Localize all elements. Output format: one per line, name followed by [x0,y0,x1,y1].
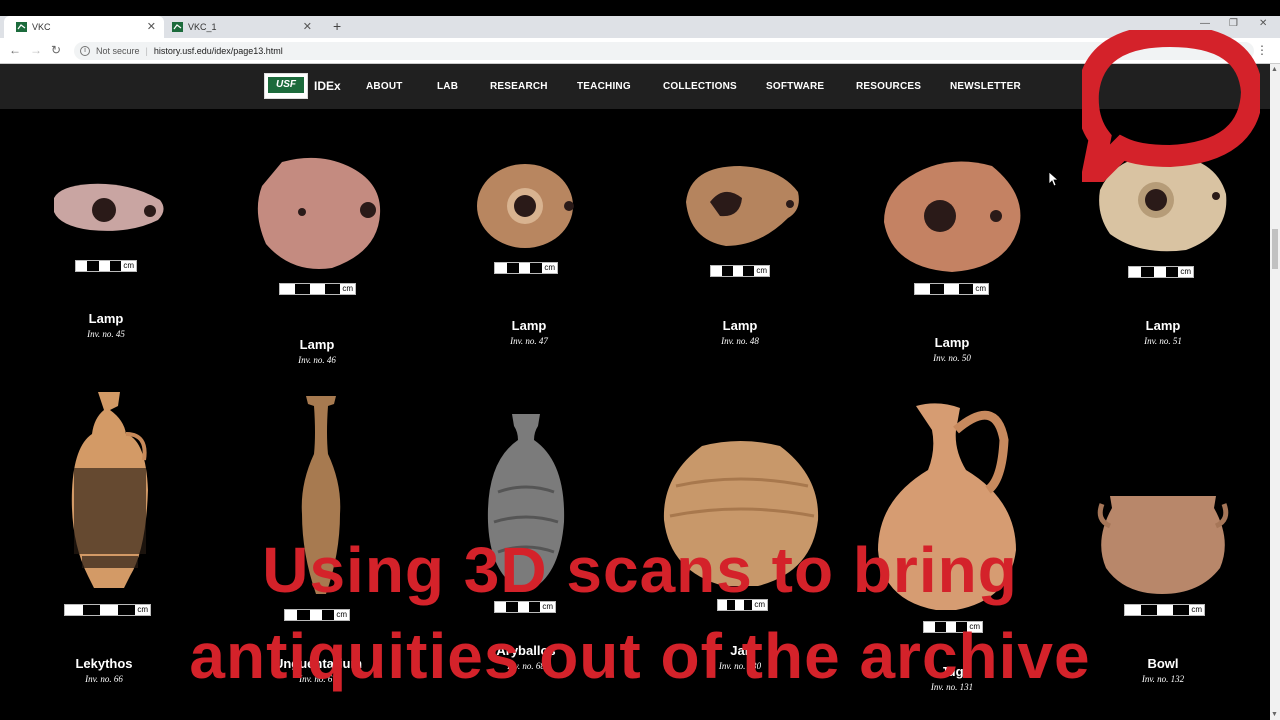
tab-label: VKC [32,22,51,32]
back-icon[interactable]: ← [9,43,21,57]
minimize-icon[interactable]: — [1200,18,1210,29]
tab-vkc[interactable]: VKC ✕ [4,16,164,38]
favicon-icon [172,22,183,32]
nav-newsletter[interactable]: NEWSLETTER [950,81,1021,92]
scale-bar: cm [1124,604,1205,616]
tab-vkc-1[interactable]: VKC_1 ✕ [160,16,320,38]
info-icon[interactable]: i [80,46,90,56]
artifact-inv: Inv. no. 50 [933,353,971,363]
overlay-caption-line1: Using 3D scans to bring [262,534,1018,606]
new-tab-button[interactable]: + [333,18,341,34]
close-tab-icon[interactable]: ✕ [147,20,156,33]
close-tab-icon[interactable]: ✕ [303,20,312,33]
separator: | [145,46,148,56]
page-scrollbar[interactable]: ▲ ▼ [1270,64,1280,720]
scale-bar: cm [914,283,989,295]
lamp-image[interactable] [252,152,384,272]
security-label: Not secure [96,46,140,56]
nav-lab[interactable]: LAB [437,81,458,92]
scale-bar: cm [75,260,137,272]
scale-bar: cm [494,262,558,274]
favicon-icon [16,22,27,32]
nav-software[interactable]: SOFTWARE [766,81,824,92]
tab-label: VKC_1 [188,22,217,32]
close-window-icon[interactable]: ✕ [1259,18,1267,29]
artifact-inv: Inv. no. 51 [1144,336,1182,346]
artifact-card[interactable]: Lamp Inv. no. 48 [690,318,790,346]
lamp-image[interactable] [50,178,168,240]
url-field[interactable]: i Not secure | history.usf.edu/idex/page… [74,42,1254,60]
scale-bar: cm [64,604,151,616]
site-nav: USF IDEx ABOUT LAB RESEARCH TEACHING COL… [0,64,1270,109]
artifact-card[interactable]: Lamp Inv. no. 46 [267,337,367,365]
scale-bar: cm [1128,266,1194,278]
nav-about[interactable]: ABOUT [366,81,403,92]
lamp-image[interactable] [680,162,802,248]
artifact-title: Lamp [88,311,124,326]
reload-icon[interactable]: ↻ [51,43,61,57]
scroll-up-icon[interactable]: ▲ [1271,66,1278,73]
scale-bar: cm [710,265,770,277]
url-text: history.usf.edu/idex/page13.html [153,46,283,56]
nav-research[interactable]: RESEARCH [490,81,548,92]
artifact-title: Lamp [722,318,758,333]
mouse-cursor-icon [1048,171,1058,187]
nav-resources[interactable]: RESOURCES [856,81,921,92]
logo-text: USF [268,77,304,93]
artifact-title: Lamp [299,337,335,352]
artifact-title: Lamp [511,318,547,333]
forward-icon[interactable]: → [30,43,42,57]
artifact-card[interactable]: Lamp Inv. no. 47 [479,318,579,346]
artifact-inv: Inv. no. 45 [87,329,125,339]
artifact-card[interactable]: Lamp Inv. no. 51 [1113,318,1213,346]
scale-bar: cm [279,283,356,295]
artifact-title: Lamp [1145,318,1181,333]
nav-collections[interactable]: COLLECTIONS [663,81,737,92]
usf-logo[interactable]: USF [264,73,308,99]
brand-link[interactable]: IDEx [314,79,341,93]
lamp-image[interactable] [473,162,579,250]
speech-bubble-logo-icon [1082,30,1260,182]
artifact-card[interactable]: Lamp Inv. no. 50 [902,335,1002,363]
scroll-down-icon[interactable]: ▼ [1271,711,1278,718]
window-top-bar [0,0,1280,16]
artifact-title: Lamp [934,335,970,350]
scroll-thumb[interactable] [1272,229,1278,269]
artifact-inv: Inv. no. 47 [510,336,548,346]
lamp-image[interactable] [882,152,1024,274]
restore-icon[interactable]: ❐ [1229,18,1238,29]
artifact-inv: Inv. no. 46 [298,355,336,365]
artifact-card[interactable]: Lamp Inv. no. 45 [56,311,156,339]
artifact-inv: Inv. no. 48 [721,336,759,346]
nav-teaching[interactable]: TEACHING [577,81,631,92]
overlay-caption-line2: antiquities out of the archive [189,620,1091,692]
